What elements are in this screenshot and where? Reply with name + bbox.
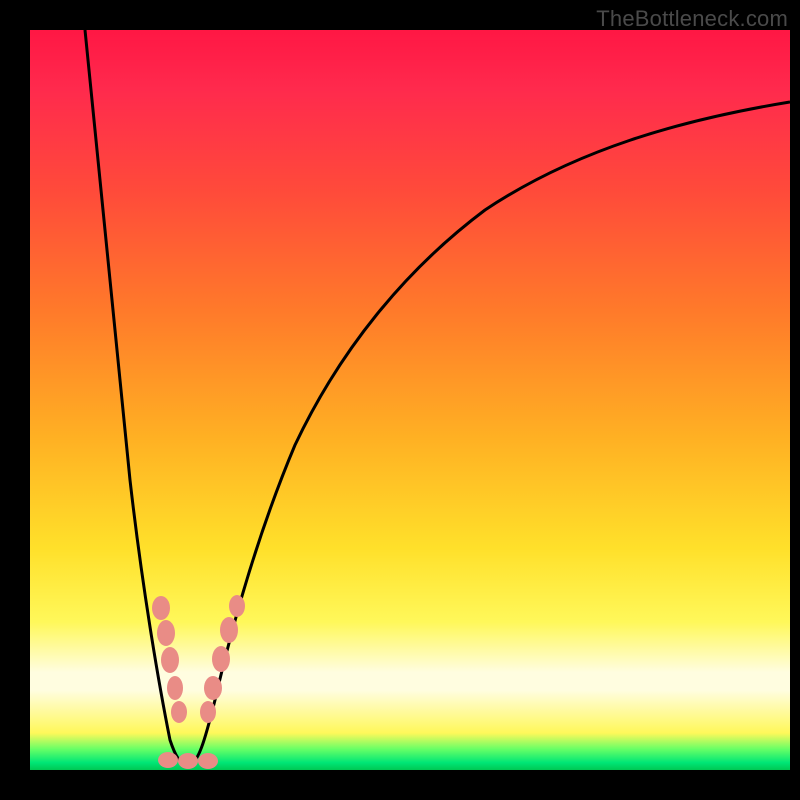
bead [167,676,183,700]
bead [229,595,245,617]
bead-cluster [152,595,245,769]
bead [171,701,187,723]
bead [157,620,175,646]
plot-area [30,30,790,770]
bead [161,647,179,673]
chart-frame: TheBottleneck.com [0,0,800,800]
bead [200,701,216,723]
bottleneck-curve [30,30,790,770]
bead [220,617,238,643]
bead [204,676,222,700]
bead [212,646,230,672]
bead [178,753,198,769]
bead [198,753,218,769]
bead [158,752,178,768]
watermark-text: TheBottleneck.com [596,6,788,32]
curve-right-branch [188,102,790,765]
bead [152,596,170,620]
